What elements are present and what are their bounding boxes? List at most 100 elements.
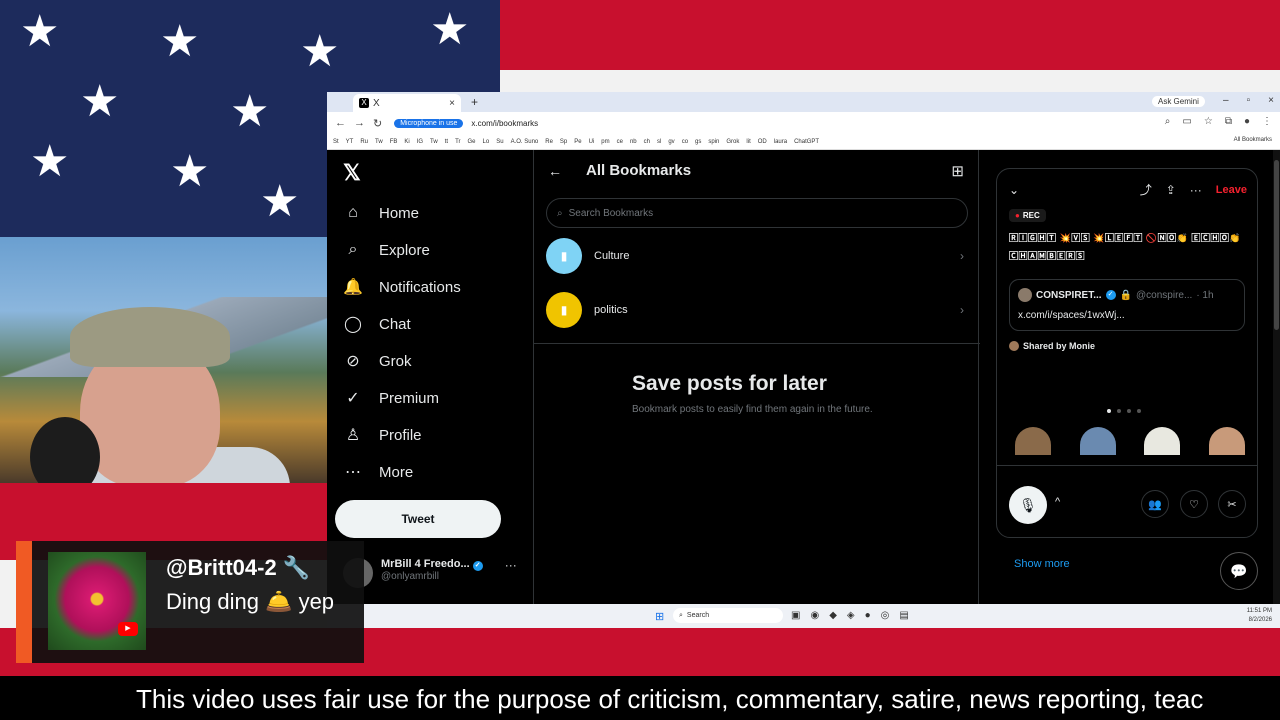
post-link[interactable]: x.com/i/spaces/1wxWj...	[1018, 310, 1236, 321]
app-icon[interactable]: ◉	[810, 610, 819, 621]
app-icon[interactable]: ◎	[881, 610, 890, 621]
app-icon[interactable]: ●	[865, 610, 871, 621]
sidebar-item-chat[interactable]: ◯ Chat	[343, 313, 461, 335]
avatar[interactable]	[1015, 427, 1051, 455]
ask-gemini-button[interactable]: Ask Gemini	[1152, 96, 1205, 107]
bookmark-item[interactable]: Tr	[455, 139, 460, 145]
sidebar-item-more[interactable]: ⋯ More	[343, 461, 461, 483]
bookmark-item[interactable]: A.O. Suno	[511, 139, 539, 145]
pager-dot[interactable]	[1107, 409, 1111, 413]
sidebar-item-grok[interactable]: ⊘ Grok	[343, 350, 461, 372]
pager-dot[interactable]	[1127, 409, 1131, 413]
bookmark-item[interactable]: ce	[617, 139, 623, 145]
menu-icon[interactable]: ⋮	[1262, 116, 1272, 127]
bookmark-item[interactable]: sl	[657, 139, 661, 145]
app-icon[interactable]: ▤	[899, 610, 908, 621]
bookmark-item[interactable]: Tw	[375, 139, 383, 145]
pager-dot[interactable]	[1137, 409, 1141, 413]
back-arrow-icon[interactable]: ←	[548, 163, 562, 179]
sidebar-item-explore[interactable]: ⌕ Explore	[343, 239, 461, 261]
forward-icon[interactable]: →	[354, 117, 365, 129]
back-icon[interactable]: ←	[335, 117, 346, 129]
show-more-link[interactable]: Show more	[1014, 558, 1070, 570]
zoom-icon[interactable]: ⌕	[1165, 116, 1171, 127]
profile-avatar-icon[interactable]: ●	[1244, 116, 1250, 127]
scrollbar-thumb[interactable]	[1274, 160, 1279, 330]
bookmark-item[interactable]: Ru	[360, 139, 368, 145]
x-logo-icon[interactable]: 𝕏	[343, 160, 361, 186]
bookmark-item[interactable]: Re	[545, 139, 553, 145]
sidebar-item-home[interactable]: ⌂ Home	[343, 202, 461, 224]
star-bookmark-icon[interactable]: ☆	[1204, 116, 1213, 127]
sidebar-item-premium[interactable]: ✓ Premium	[343, 387, 461, 409]
clip-icon[interactable]: ✂	[1218, 490, 1246, 518]
bookmark-item[interactable]: laura	[774, 139, 787, 145]
cast-icon[interactable]: ▭	[1182, 116, 1191, 127]
bookmark-item[interactable]: co	[682, 139, 688, 145]
bookmark-item[interactable]: ChatGPT	[794, 139, 819, 145]
extensions-icon[interactable]: ⧉	[1225, 116, 1232, 127]
more-icon[interactable]: ···	[505, 558, 517, 572]
close-icon[interactable]: ×	[449, 98, 455, 109]
share-icon[interactable]: ⇪	[1166, 183, 1176, 197]
bookmark-item[interactable]: spin	[708, 139, 719, 145]
new-folder-icon[interactable]: ⊞	[951, 162, 964, 180]
minimize-icon[interactable]: –	[1223, 95, 1229, 106]
app-icon[interactable]: ◈	[847, 610, 855, 621]
bookmark-item[interactable]: Ui	[589, 139, 595, 145]
bookmark-item[interactable]: Ge	[468, 139, 476, 145]
bookmark-item[interactable]: Su	[496, 139, 503, 145]
bookmark-item[interactable]: Grok	[726, 139, 739, 145]
taskbar-search[interactable]: ⌕ Search	[673, 608, 783, 623]
account-switcher[interactable]: MrBill 4 Freedo... ✓ @onlyamrbill ···	[343, 558, 517, 588]
folder-item-politics[interactable]: ▮ politics ›	[546, 290, 968, 330]
bookmark-item[interactable]: Tw	[430, 139, 438, 145]
chevron-down-icon[interactable]: ⌄	[1009, 183, 1019, 197]
leave-button[interactable]: Leave	[1216, 184, 1247, 196]
reaction-icon[interactable]: ♡	[1180, 490, 1208, 518]
new-tab-button[interactable]: +	[471, 95, 478, 109]
avatar[interactable]	[1208, 427, 1245, 455]
tweet-button[interactable]: Tweet	[335, 500, 501, 538]
bookmark-item[interactable]: OD	[758, 139, 767, 145]
more-icon[interactable]: ···	[1190, 183, 1202, 197]
reload-icon[interactable]: ↻	[373, 117, 382, 130]
bookmark-item[interactable]: YT	[346, 139, 354, 145]
bookmark-item[interactable]: FB	[390, 139, 398, 145]
browser-tab[interactable]: X X ×	[353, 94, 461, 112]
pager-dot[interactable]	[1117, 409, 1121, 413]
bookmark-item[interactable]: Sp	[560, 139, 567, 145]
sidebar-item-profile[interactable]: ♙ Profile	[343, 424, 461, 446]
windows-start-icon[interactable]: ⊞	[655, 610, 664, 623]
scrollbar[interactable]	[1273, 150, 1280, 604]
bookmark-item[interactable]: IG	[417, 139, 423, 145]
bookmark-item[interactable]: Lo	[483, 139, 490, 145]
maximize-icon[interactable]: ▫	[1247, 95, 1251, 106]
folder-item-culture[interactable]: ▮ Culture ›	[546, 236, 968, 276]
space-shared-post[interactable]: CONSPIRET... ✓ 🔒 @conspire... · 1h x.com…	[1009, 279, 1245, 331]
microphone-in-use-badge[interactable]: Microphone in use	[394, 118, 464, 128]
bookmark-item[interactable]: ch	[644, 139, 650, 145]
bookmark-item[interactable]: nb	[630, 139, 637, 145]
bookmark-item[interactable]: lit	[746, 139, 750, 145]
microphone-icon[interactable]: 🎙	[1009, 486, 1047, 524]
all-bookmarks-link[interactable]: All Bookmarks	[1234, 137, 1272, 143]
popout-icon[interactable]: ⤴	[1140, 181, 1152, 198]
search-input[interactable]: ⌕ Search Bookmarks	[546, 198, 968, 228]
close-window-icon[interactable]: ×	[1268, 95, 1274, 106]
url-field[interactable]: x.com/i/bookmarks	[471, 119, 538, 128]
bookmark-item[interactable]: Ki	[404, 139, 409, 145]
bookmark-item[interactable]: gs	[695, 139, 701, 145]
app-icon[interactable]: ▣	[791, 610, 800, 621]
bookmark-item[interactable]: Pe	[574, 139, 581, 145]
people-icon[interactable]: 👥	[1141, 490, 1169, 518]
bookmark-item[interactable]: gv	[668, 139, 674, 145]
bookmark-item[interactable]: St	[333, 139, 339, 145]
avatar[interactable]	[1079, 427, 1116, 455]
taskbar-clock[interactable]: 11:51 PM 8/2/2026	[1247, 607, 1272, 625]
bookmark-item[interactable]: tt	[445, 139, 448, 145]
sidebar-item-notifications[interactable]: 🔔 Notifications	[343, 276, 461, 298]
chevron-up-icon[interactable]: ^	[1055, 496, 1060, 508]
app-icon[interactable]: ◆	[829, 610, 837, 621]
avatar[interactable]	[1144, 427, 1181, 455]
